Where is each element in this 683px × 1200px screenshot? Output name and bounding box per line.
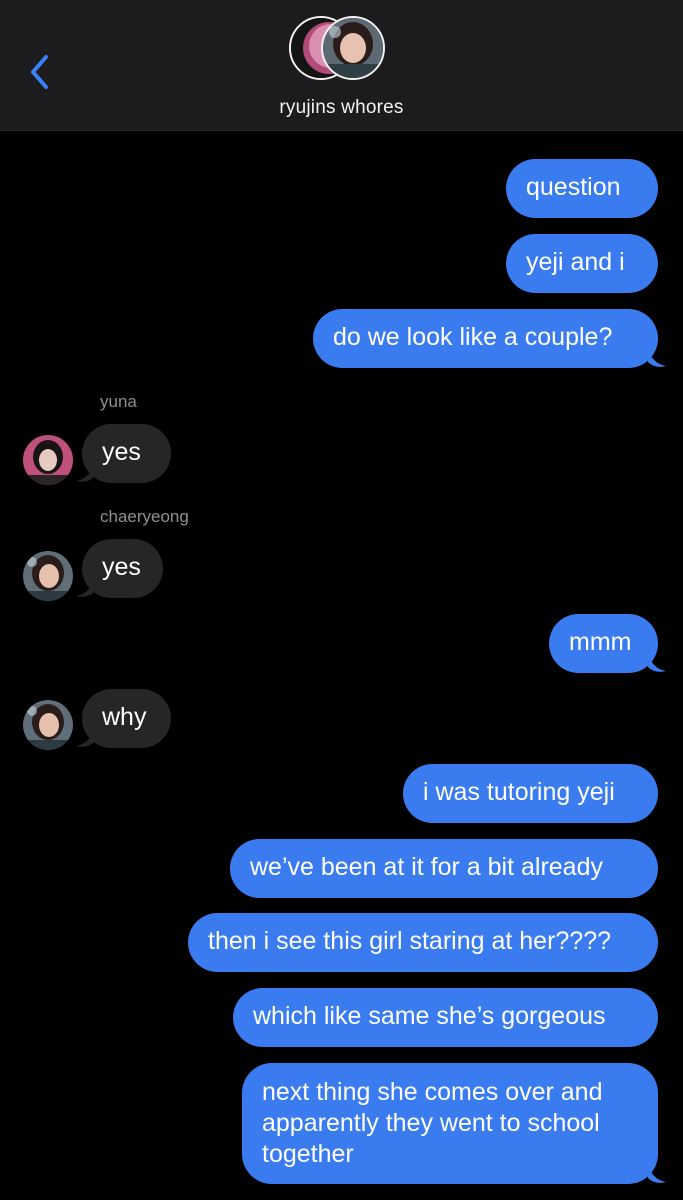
message-bubble-outgoing[interactable]: question	[506, 159, 658, 218]
sender-name: yuna	[100, 392, 137, 411]
message-bubble-outgoing[interactable]: mmm	[549, 614, 658, 673]
message-bubble-incoming[interactable]: yes	[82, 539, 163, 598]
message-text: yes	[102, 438, 141, 466]
message-text: do we look like a couple?	[333, 323, 613, 351]
message-text: question	[526, 173, 621, 201]
bubble-tail	[76, 726, 94, 747]
message-text: mmm	[569, 628, 632, 656]
bubble-tail	[76, 461, 94, 482]
message-text: i was tutoring yeji	[423, 778, 615, 806]
message-bubble-outgoing[interactable]: then i see this girl staring at her????	[188, 913, 658, 972]
message-bubble-outgoing[interactable]: we’ve been at it for a bit already	[230, 839, 658, 898]
message-bubble-outgoing[interactable]: do we look like a couple?	[313, 309, 658, 368]
chevron-left-icon	[31, 55, 48, 89]
message-text: next thing she comes over and apparently…	[262, 1078, 603, 1168]
message-text: why	[102, 703, 147, 731]
message-text: then i see this girl staring at her????	[208, 927, 612, 955]
message-bubble-incoming[interactable]: yes	[82, 424, 171, 483]
sender-avatar[interactable]	[23, 700, 73, 750]
message-text: which like same she’s gorgeous	[253, 1002, 606, 1030]
bubble-tail	[648, 346, 666, 367]
message-text: yes	[102, 553, 141, 581]
message-bubble-outgoing[interactable]: yeji and i	[506, 234, 658, 293]
sender-name: chaeryeong	[100, 507, 189, 526]
message-bubble-outgoing[interactable]: i was tutoring yeji	[403, 764, 658, 823]
message-bubble-outgoing[interactable]: which like same she’s gorgeous	[233, 988, 658, 1047]
message-bubble-incoming[interactable]: why	[82, 689, 171, 748]
message-bubble-outgoing[interactable]: next thing she comes over and apparently…	[242, 1063, 658, 1184]
sender-avatar[interactable]	[23, 551, 73, 601]
bubble-tail	[648, 651, 666, 672]
group-avatar-front	[321, 16, 385, 80]
message-text: yeji and i	[526, 248, 625, 276]
group-name[interactable]: ryujins whores	[0, 97, 683, 119]
bubble-tail	[76, 576, 94, 597]
bubble-tail	[648, 1162, 666, 1183]
conversation-header: ryujins whores	[0, 0, 683, 131]
back-button[interactable]	[22, 50, 56, 94]
group-avatar-stack[interactable]	[289, 16, 395, 86]
message-text: we’ve been at it for a bit already	[250, 853, 603, 881]
sender-avatar[interactable]	[23, 435, 73, 485]
